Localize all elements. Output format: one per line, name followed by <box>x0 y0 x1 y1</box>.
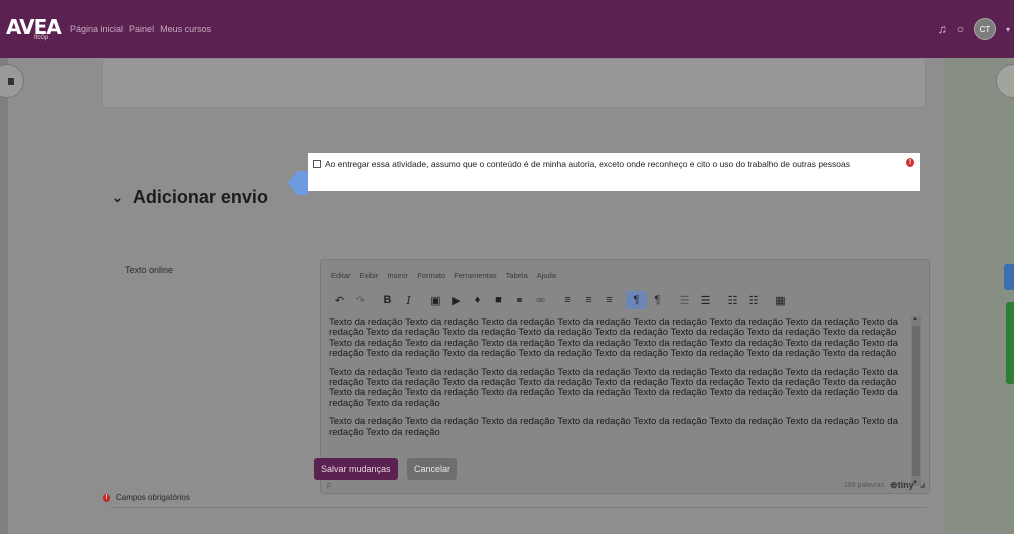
chevron-down-icon[interactable]: ▾ <box>1006 25 1010 34</box>
element-path[interactable]: p <box>327 482 331 489</box>
outdent-icon[interactable]: ☰ <box>695 291 716 309</box>
main-content: ⌄ Adicionar envio Texto online Editar Ex… <box>8 58 944 534</box>
top-navbar: AVEA IfcGp Página inicial Painel Meus cu… <box>0 0 1014 58</box>
rtl-icon[interactable]: ¶ <box>647 291 668 309</box>
menu-table[interactable]: Tabela <box>506 271 528 280</box>
link-icon[interactable]: ⚭ <box>509 291 530 309</box>
editor-scrollbar[interactable]: ▲ ▼ <box>911 316 921 486</box>
nav-link-dashboard[interactable]: Painel <box>129 24 154 34</box>
menu-insert[interactable]: Inserir <box>387 271 408 280</box>
bell-icon[interactable]: ♫ <box>938 22 947 36</box>
paragraph: Texto da redação Texto da redação Texto … <box>329 366 898 409</box>
word-count[interactable]: 189 palavras <box>844 482 884 489</box>
menu-tools[interactable]: Ferramentas <box>454 271 497 280</box>
editor-toolbar: ↶ ↷ B I ▣ ▶ ♦ ■ ⚭ ⚮ ≡ ≡ ≡ ¶ ¶ ☰ ☰ ☷ ☷ ▦ <box>329 291 791 309</box>
save-button[interactable]: Salvar mudanças <box>314 458 398 480</box>
tiny-logo[interactable]: ⊜tiny <box>890 480 914 491</box>
paragraph: Texto da redação Texto da redação Texto … <box>329 318 898 360</box>
redo-icon[interactable]: ↷ <box>350 291 371 309</box>
chevron-down-icon[interactable]: ⌄ <box>112 190 123 206</box>
unlink-icon[interactable]: ⚮ <box>530 291 551 309</box>
section-title: Adicionar envio <box>132 187 268 207</box>
chat-icon[interactable]: ○ <box>957 22 964 36</box>
table-icon[interactable]: ▦ <box>770 291 791 309</box>
authorship-statement: Ao entregar essa atividade, assumo que o… <box>308 153 920 191</box>
left-edge <box>0 58 8 534</box>
bold-icon[interactable]: B <box>377 291 398 309</box>
ltr-icon[interactable]: ¶ <box>626 291 647 309</box>
nav-right: ♫ ○ CT ▾ <box>938 0 1014 58</box>
nav-link-my-courses[interactable]: Meus cursos <box>160 24 211 34</box>
menu-view[interactable]: Exibir <box>360 271 379 280</box>
logo-text: AVEA <box>6 15 62 39</box>
logo-subtitle: IfcGp <box>34 35 49 41</box>
paragraph: Texto da redação Texto da redação Texto … <box>329 416 898 438</box>
tiny-brand-text: tiny <box>897 479 914 490</box>
drawer-icon <box>8 78 14 85</box>
status-right: 189 palavras ⊜tiny ◢ <box>844 480 925 491</box>
online-text-label: Texto online <box>125 265 174 275</box>
bullet-list-icon[interactable]: ☷ <box>722 291 743 309</box>
required-icon: ! <box>906 158 914 167</box>
scroll-thumb[interactable] <box>912 326 920 476</box>
scroll-up-icon[interactable]: ▲ <box>912 316 918 322</box>
right-panel <box>944 58 1014 534</box>
menu-edit[interactable]: Editar <box>331 271 351 280</box>
nav-link-home[interactable]: Página inicial <box>70 24 123 34</box>
microphone-icon[interactable]: ♦ <box>467 291 488 309</box>
site-logo[interactable]: AVEA IfcGp <box>0 0 62 58</box>
section-header[interactable]: ⌄ Adicionar envio <box>112 187 268 208</box>
image-icon[interactable]: ▣ <box>425 291 446 309</box>
editor-menubar: Editar Exibir Inserir Formato Ferramenta… <box>331 271 556 280</box>
align-center-icon[interactable]: ≡ <box>578 291 599 309</box>
required-fields-text: Campos obrigatórios <box>116 493 190 502</box>
align-right-icon[interactable]: ≡ <box>599 291 620 309</box>
italic-icon[interactable]: I <box>398 291 419 309</box>
nav-links: Página inicial Painel Meus cursos <box>70 24 211 34</box>
indent-icon[interactable]: ☰ <box>674 291 695 309</box>
menu-format[interactable]: Formato <box>417 271 445 280</box>
feedback-tab[interactable] <box>1006 302 1014 384</box>
accessibility-tab[interactable] <box>1004 264 1014 290</box>
statement-text: Ao entregar essa atividade, assumo que o… <box>325 159 850 169</box>
previous-section-box <box>102 58 926 108</box>
required-fields-note: ! Campos obrigatórios <box>103 493 190 502</box>
undo-icon[interactable]: ↶ <box>329 291 350 309</box>
menu-help[interactable]: Ajuda <box>537 271 556 280</box>
align-left-icon[interactable]: ≡ <box>557 291 578 309</box>
statement-checkbox[interactable] <box>313 160 321 168</box>
cancel-button[interactable]: Cancelar <box>407 458 458 480</box>
avatar[interactable]: CT <box>973 18 996 40</box>
resize-handle-icon[interactable]: ◢ <box>920 481 925 489</box>
media-icon[interactable]: ▶ <box>446 291 467 309</box>
form-divider <box>111 507 927 508</box>
numbered-list-icon[interactable]: ☷ <box>743 291 764 309</box>
video-icon[interactable]: ■ <box>488 291 509 309</box>
editor-statusbar: p 189 palavras ⊜tiny ◢ <box>327 479 925 491</box>
required-icon: ! <box>103 493 110 502</box>
